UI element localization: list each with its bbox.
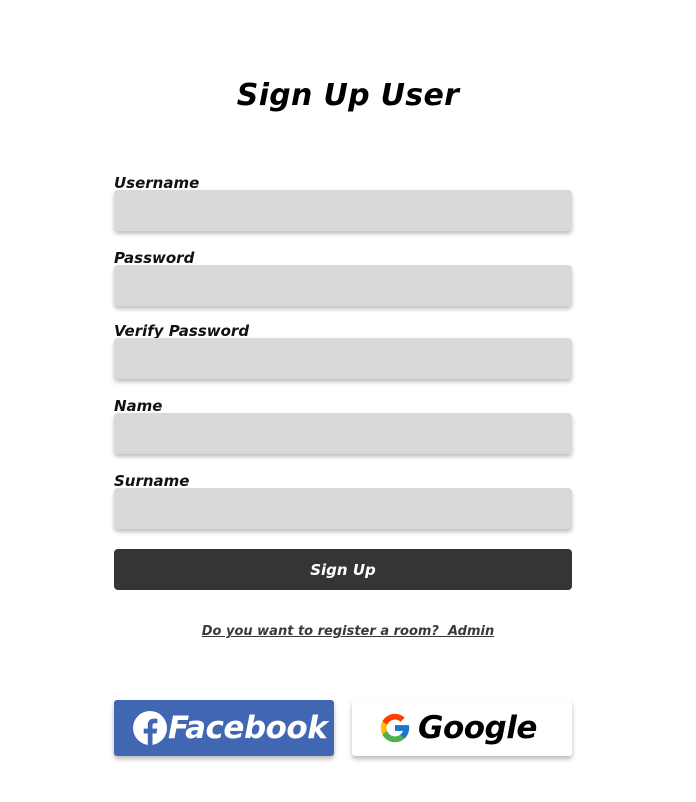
password-input[interactable] (114, 265, 572, 306)
username-input[interactable] (114, 190, 572, 231)
facebook-label: Facebook (168, 710, 328, 746)
google-label: Google (418, 710, 537, 746)
verify-password-input[interactable] (114, 338, 572, 379)
google-login-button[interactable]: Google (352, 700, 572, 756)
register-room-link[interactable]: Do you want to register a room? Admin (0, 624, 696, 639)
facebook-icon (132, 710, 168, 746)
page-title: Sign Up User (236, 78, 460, 113)
facebook-login-button[interactable]: Facebook (114, 700, 334, 756)
signup-page: Sign Up User Username Password Verify Pa… (0, 0, 696, 802)
name-input[interactable] (114, 413, 572, 454)
signup-button[interactable]: Sign Up (114, 549, 572, 590)
signup-button-label: Sign Up (310, 560, 376, 579)
google-icon (378, 711, 412, 745)
surname-input[interactable] (114, 488, 572, 529)
